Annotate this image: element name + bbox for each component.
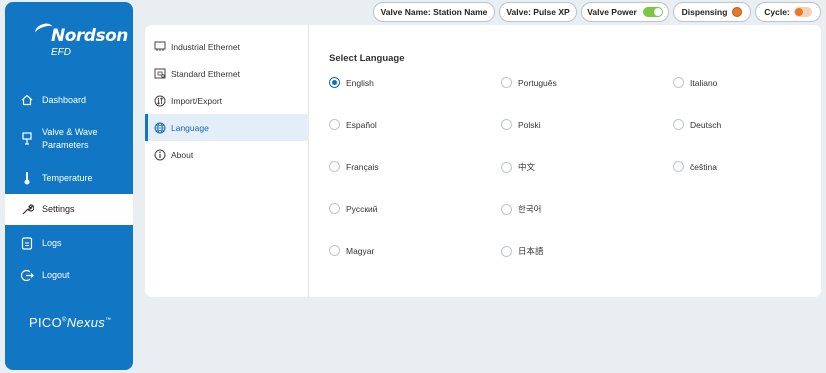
submenu-item-language[interactable]: Language bbox=[145, 114, 309, 141]
valve-name-value: Station Name bbox=[433, 7, 488, 17]
valve-name-label: Valve Name: bbox=[380, 7, 431, 17]
cycle-label: Cycle: bbox=[764, 7, 790, 17]
language-label: čeština bbox=[690, 161, 717, 172]
logo-text: Nordson bbox=[51, 26, 128, 46]
language-label: Polski bbox=[518, 119, 541, 130]
nav-item-valve-wave-parameters[interactable]: Valve & Wave Parameters bbox=[5, 124, 133, 154]
logs-icon bbox=[20, 236, 34, 250]
settings-card: Industrial Ethernet Standard Ethernet Im… bbox=[145, 25, 821, 297]
pico-nexus-logo: PICO®Nexus™ bbox=[29, 315, 112, 330]
radio-button[interactable] bbox=[329, 245, 340, 256]
ethernet-icon bbox=[154, 41, 166, 53]
nordson-logo: Nordson EFD bbox=[23, 20, 128, 60]
nav-label: Logs bbox=[42, 237, 62, 248]
valve-name-status: Valve Name: Station Name bbox=[373, 2, 495, 22]
nav-label-line2: Parameters bbox=[42, 140, 89, 150]
language-label: Português bbox=[518, 77, 557, 88]
select-language-title: Select Language bbox=[329, 53, 405, 64]
nav-label: Valve & Wave bbox=[42, 127, 98, 137]
language-label: 日本語 bbox=[518, 246, 544, 256]
radio-button-checked[interactable] bbox=[329, 77, 340, 88]
language-option-magyar[interactable]: Magyar bbox=[329, 245, 374, 256]
nav-item-logs[interactable]: Logs bbox=[5, 231, 133, 255]
language-label: 한국어 bbox=[518, 204, 542, 214]
language-label: Русский bbox=[346, 203, 378, 214]
radio-button[interactable] bbox=[673, 119, 684, 130]
cycle-status: Cycle: bbox=[755, 2, 821, 22]
logout-icon bbox=[20, 268, 34, 282]
language-option-espanol[interactable]: Español bbox=[329, 119, 377, 130]
radio-button[interactable] bbox=[501, 161, 512, 173]
language-option-english[interactable]: English bbox=[329, 77, 374, 88]
thermometer-icon bbox=[20, 171, 34, 185]
valve-power-status: Valve Power bbox=[581, 2, 669, 22]
language-option-japanese[interactable]: 日本語 bbox=[501, 245, 544, 257]
valve-power-label: Valve Power bbox=[587, 7, 637, 17]
sidebar: Nordson EFD Dashboard Valve & Wave Param… bbox=[5, 2, 133, 370]
language-option-italiano[interactable]: Italiano bbox=[673, 77, 717, 88]
info-icon bbox=[154, 149, 166, 161]
submenu-label: Import/Export bbox=[171, 95, 223, 106]
submenu-item-about[interactable]: About bbox=[145, 141, 309, 168]
language-option-polski[interactable]: Polski bbox=[501, 119, 541, 130]
nav-label: Dashboard bbox=[42, 94, 87, 105]
nav-label: Settings bbox=[42, 204, 75, 214]
language-label: Français bbox=[346, 161, 379, 172]
language-option-chinese[interactable]: 中文 bbox=[501, 161, 535, 173]
nav-item-temperature[interactable]: Temperature bbox=[5, 166, 133, 190]
radio-button[interactable] bbox=[501, 119, 512, 130]
settings-submenu: Industrial Ethernet Standard Ethernet Im… bbox=[145, 25, 309, 297]
valve-label: Valve: bbox=[506, 7, 531, 17]
language-label: English bbox=[346, 77, 374, 88]
nav-label: Logout bbox=[42, 269, 70, 280]
submenu-label: Industrial Ethernet bbox=[171, 41, 240, 52]
nav-label: Temperature bbox=[42, 172, 93, 183]
radio-button[interactable] bbox=[673, 161, 684, 172]
home-icon bbox=[20, 93, 34, 107]
dispensing-label: Dispensing bbox=[681, 7, 728, 17]
submenu-item-import-export[interactable]: Import/Export bbox=[145, 87, 309, 114]
nav-item-logout[interactable]: Logout bbox=[5, 263, 133, 287]
submenu-label: Language bbox=[171, 122, 209, 133]
radio-button[interactable] bbox=[501, 203, 512, 215]
language-option-portugues[interactable]: Português bbox=[501, 77, 557, 88]
network-icon bbox=[154, 68, 166, 80]
language-label: 中文 bbox=[518, 162, 536, 172]
language-option-cestina[interactable]: čeština bbox=[673, 161, 717, 172]
nav-item-dashboard[interactable]: Dashboard bbox=[5, 88, 133, 112]
radio-button[interactable] bbox=[329, 203, 340, 214]
language-label: Italiano bbox=[690, 77, 718, 88]
nav-item-settings[interactable]: Settings bbox=[5, 194, 133, 225]
language-option-francais[interactable]: Français bbox=[329, 161, 379, 172]
language-option-deutsch[interactable]: Deutsch bbox=[673, 119, 721, 130]
language-option-russian[interactable]: Русский bbox=[329, 203, 378, 214]
globe-icon bbox=[154, 122, 166, 134]
cycle-toggle[interactable] bbox=[793, 7, 812, 17]
radio-button[interactable] bbox=[673, 77, 684, 88]
dispensing-status: Dispensing bbox=[673, 2, 751, 22]
wrench-icon bbox=[20, 203, 34, 217]
language-option-korean[interactable]: 한국어 bbox=[501, 203, 541, 215]
valve-status: Valve: Pulse XP bbox=[499, 2, 577, 22]
language-label: Magyar bbox=[346, 245, 375, 256]
radio-button[interactable] bbox=[329, 161, 340, 172]
radio-button[interactable] bbox=[501, 77, 512, 88]
logo-subtext: EFD bbox=[51, 47, 71, 58]
radio-button[interactable] bbox=[329, 119, 340, 130]
language-label: Deutsch bbox=[690, 119, 722, 130]
submenu-item-industrial-ethernet[interactable]: Industrial Ethernet bbox=[145, 33, 309, 60]
submenu-label: Standard Ethernet bbox=[171, 68, 240, 79]
submenu-item-standard-ethernet[interactable]: Standard Ethernet bbox=[145, 60, 309, 87]
import-export-icon bbox=[154, 95, 166, 107]
dispensing-indicator-icon bbox=[732, 7, 743, 17]
valve-value: Pulse XP bbox=[533, 7, 570, 17]
valve-power-toggle[interactable] bbox=[642, 7, 663, 17]
submenu-label: About bbox=[171, 149, 194, 160]
language-label: Español bbox=[346, 119, 377, 130]
radio-button[interactable] bbox=[501, 245, 512, 257]
valve-icon bbox=[20, 132, 34, 146]
